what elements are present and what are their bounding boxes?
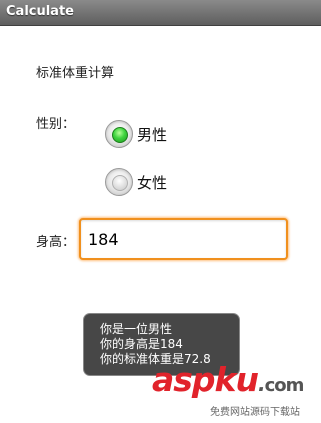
height-input[interactable]	[79, 218, 288, 260]
watermark-logo: aspku.com 免费网站源码下载站	[152, 360, 318, 420]
radio-male[interactable]: 男性	[105, 119, 167, 149]
title-bar: Calculate	[0, 0, 321, 26]
watermark-subtitle: 免费网站源码下载站	[210, 407, 300, 418]
toast-line-gender: 你是一位男性	[100, 322, 173, 336]
radio-selected-indicator	[112, 127, 128, 143]
radio-button-female[interactable]	[105, 168, 133, 196]
radio-button-male[interactable]	[105, 120, 133, 148]
radio-unselected-indicator	[112, 175, 128, 191]
watermark-logo-text: aspku.com	[152, 360, 304, 399]
radio-female-label: 女性	[137, 173, 168, 192]
window-title: Calculate	[6, 4, 74, 19]
radio-male-label: 男性	[137, 125, 168, 144]
gender-label: 性别：	[36, 117, 76, 132]
radio-female[interactable]: 女性	[105, 167, 167, 197]
toast-line-height: 你的身高是184	[100, 337, 183, 351]
height-label: 身高：	[36, 235, 76, 250]
form-heading: 标准体重计算	[36, 66, 115, 81]
